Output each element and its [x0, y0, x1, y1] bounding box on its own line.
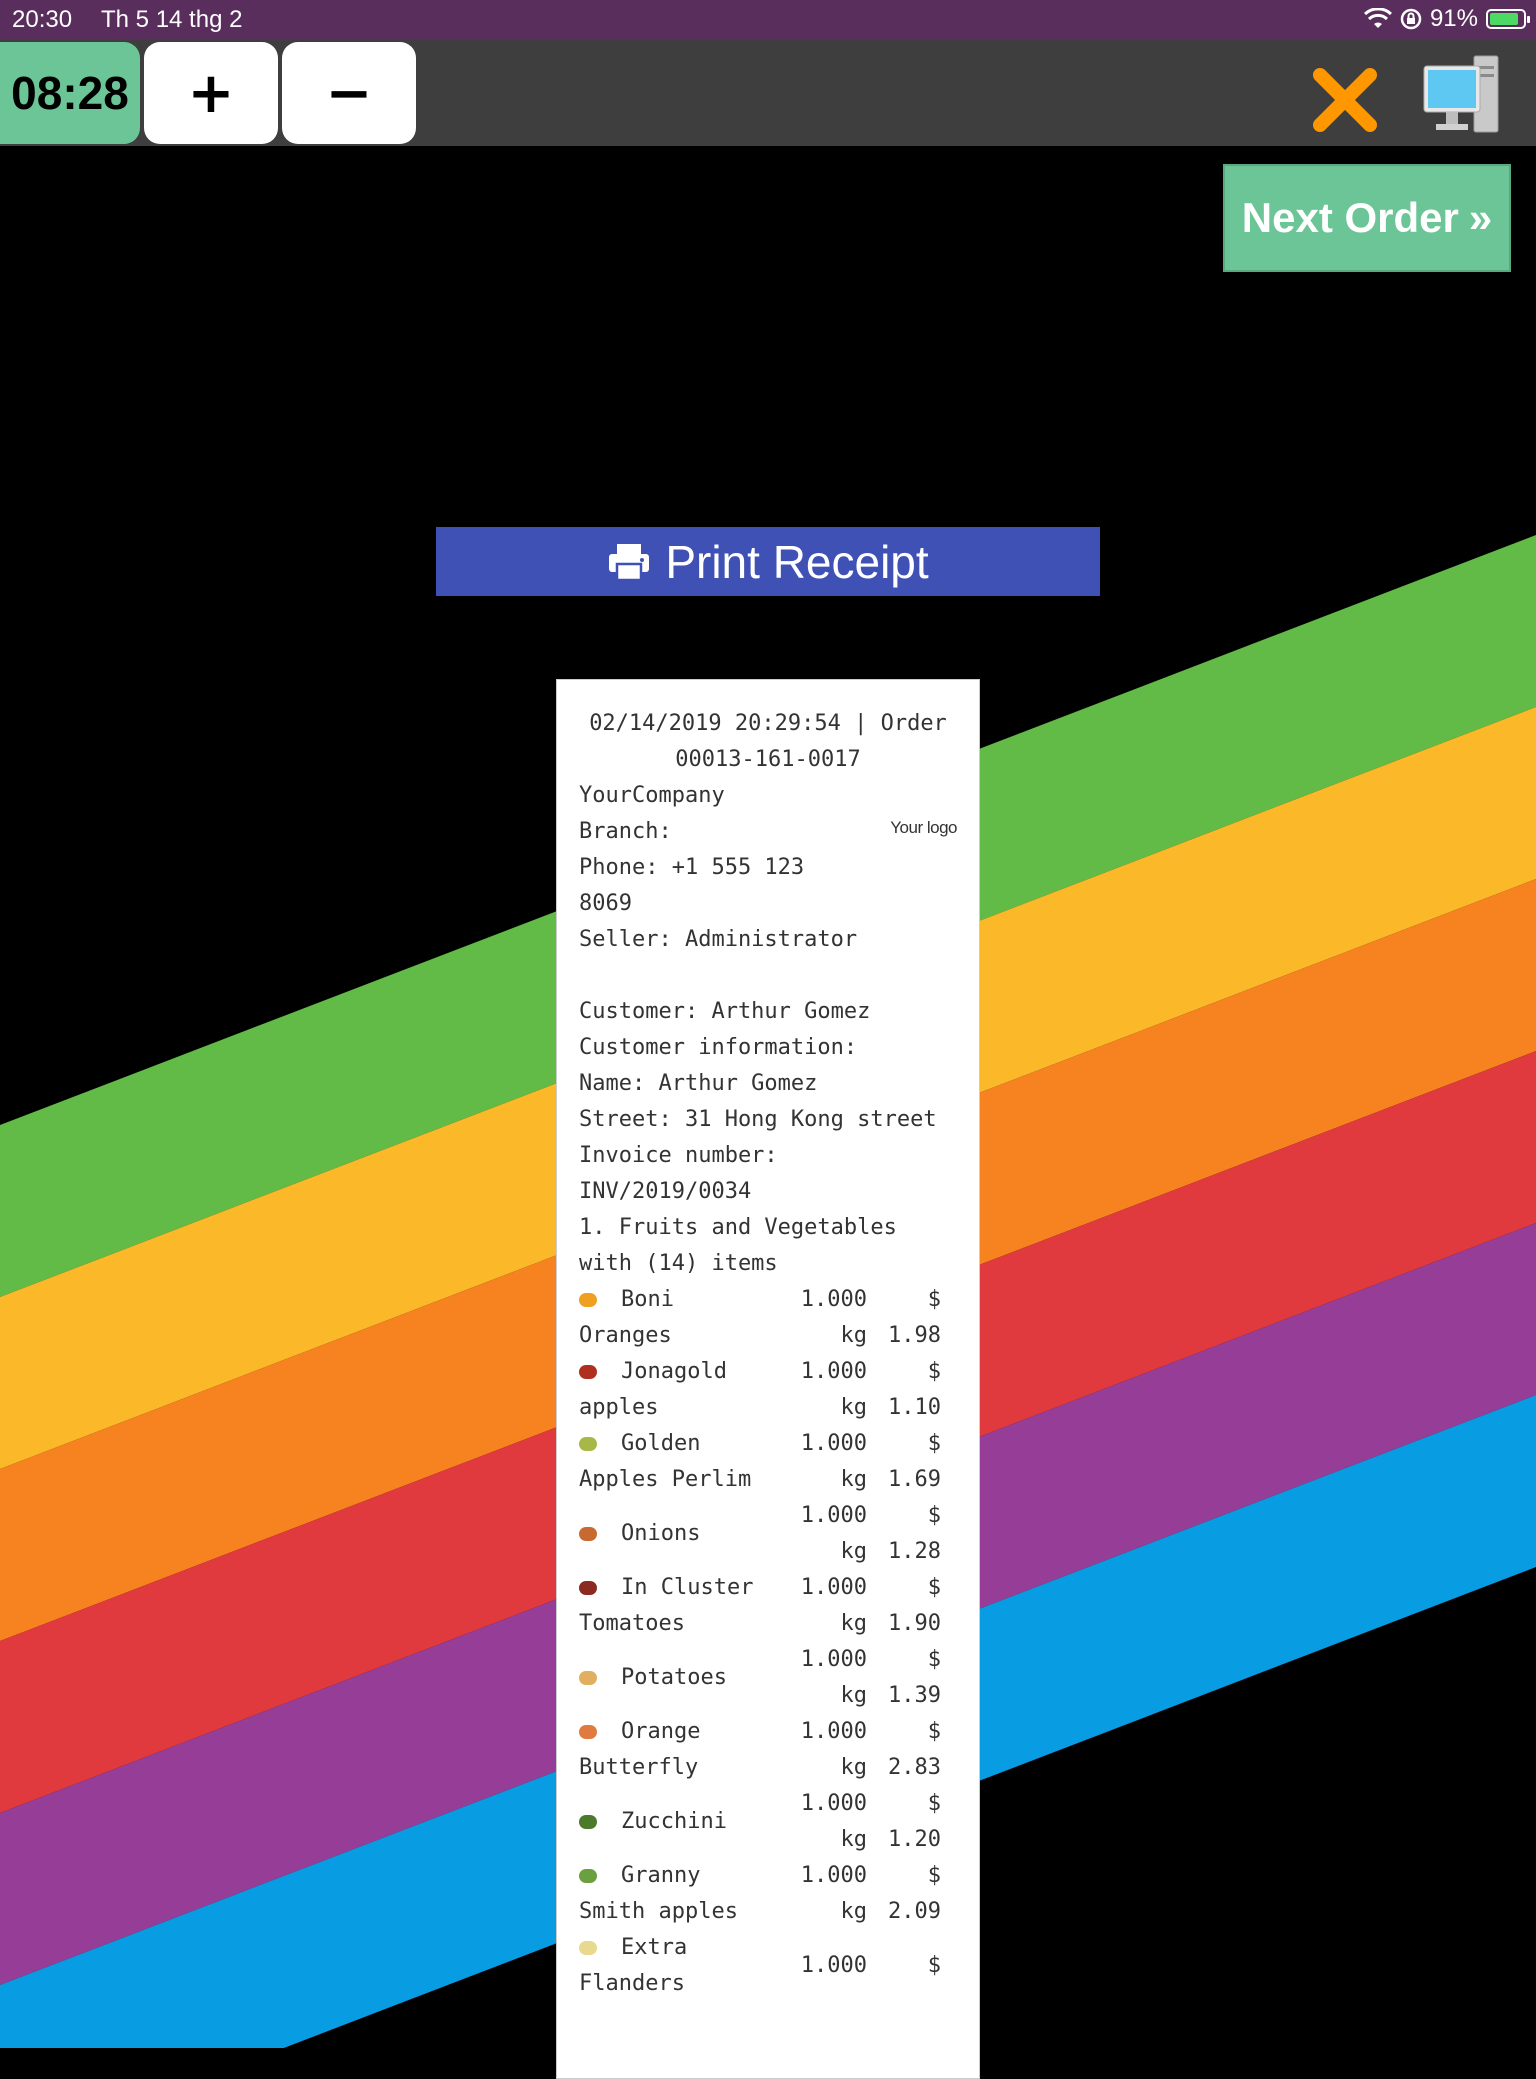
- seller: Seller: Administrator: [579, 927, 858, 952]
- item-name: Onions: [579, 1516, 775, 1552]
- invoice-number-label: Invoice number:: [579, 1143, 778, 1168]
- item-name-text: Potatoes: [621, 1665, 727, 1690]
- customer-information-label: Customer information:: [579, 1035, 858, 1060]
- customer: Customer: Arthur Gomez: [579, 999, 871, 1024]
- phone-line-2: 8069: [579, 891, 632, 916]
- chevron-right-double-icon: »: [1468, 194, 1493, 241]
- customer-street: Street: 31 Hong Kong street: [579, 1107, 937, 1132]
- item-name: In Cluster Tomatoes: [579, 1570, 775, 1642]
- item-name: Golden Apples Perlim: [579, 1426, 775, 1498]
- item-name: Granny Smith apples: [579, 1858, 775, 1930]
- receipt-company-block: Your logo YourCompany Branch: Phone: +1 …: [579, 778, 957, 958]
- item-name: Boni Oranges: [579, 1282, 775, 1354]
- product-thumbnail-icon: [579, 1293, 597, 1307]
- invoice-number: INV/2019/0034: [579, 1179, 752, 1204]
- item-price: $ 1.28: [888, 1503, 941, 1564]
- receipt-item-row: Zucchini 1.000 kg $ 1.20: [579, 1786, 957, 1858]
- receipt-order-number: 00013-161-0017: [675, 747, 861, 772]
- product-thumbnail-icon: [579, 1527, 597, 1541]
- product-thumbnail-icon: [579, 1869, 597, 1883]
- item-name: Jonagold apples: [579, 1354, 775, 1426]
- receipt-item-row: Golden Apples Perlim 1.000 kg $ 1.69: [579, 1426, 957, 1498]
- item-name-text: Onions: [621, 1521, 701, 1546]
- product-thumbnail-icon: [579, 1815, 597, 1829]
- receipt-items: Boni Oranges 1.000 kg $ 1.98 Jonagold apple…: [579, 1282, 957, 2002]
- receipt-item-row: Extra Flanders 1.000 $: [579, 1930, 957, 2002]
- receipt: 02/14/2019 20:29:54 | Order 00013-161-00…: [556, 679, 980, 2079]
- item-name: Orange Butterfly: [579, 1714, 775, 1786]
- item-name: Zucchini: [579, 1804, 775, 1840]
- receipt-item-row: In Cluster Tomatoes 1.000 kg $ 1.90: [579, 1570, 957, 1642]
- product-thumbnail-icon: [579, 1437, 597, 1451]
- product-thumbnail-icon: [579, 1365, 597, 1379]
- receipt-datetime-order: 02/14/2019 20:29:54 | Order: [589, 711, 947, 736]
- item-quantity: 1.000 kg: [800, 1575, 867, 1636]
- item-quantity: 1.000 kg: [800, 1647, 867, 1708]
- item-price: $ 2.09: [888, 1863, 941, 1924]
- phone-line-1: Phone: +1 555 123: [579, 855, 805, 880]
- item-quantity: 1.000 kg: [800, 1431, 867, 1492]
- print-receipt-button[interactable]: Print Receipt: [436, 527, 1100, 596]
- logo-text: Your logo: [890, 818, 957, 837]
- receipt-item-row: Onions 1.000 kg $ 1.28: [579, 1498, 957, 1570]
- item-quantity: 1.000 kg: [800, 1503, 867, 1564]
- receipt-item-row: Potatoes 1.000 kg $ 1.39: [579, 1642, 957, 1714]
- product-thumbnail-icon: [579, 1941, 597, 1955]
- item-name-text: Zucchini: [621, 1809, 727, 1834]
- product-thumbnail-icon: [579, 1671, 597, 1685]
- item-quantity: 1.000: [800, 1953, 867, 1978]
- item-price: $ 1.20: [888, 1791, 941, 1852]
- receipt-item-row: Jonagold apples 1.000 kg $ 1.10: [579, 1354, 957, 1426]
- item-quantity: 1.000 kg: [800, 1287, 867, 1348]
- next-order-button[interactable]: Next Order »: [1223, 164, 1511, 272]
- item-quantity: 1.000 kg: [800, 1359, 867, 1420]
- item-price: $ 1.90: [888, 1575, 941, 1636]
- item-price: $ 1.69: [888, 1431, 941, 1492]
- item-price: $ 1.10: [888, 1359, 941, 1420]
- item-price: $ 1.98: [888, 1287, 941, 1348]
- category-line-1: 1. Fruits and Vegetables: [579, 1215, 897, 1240]
- product-thumbnail-icon: [579, 1581, 597, 1595]
- item-name-text: Orange Butterfly: [579, 1719, 701, 1780]
- next-order-label: Next Order: [1241, 194, 1459, 241]
- item-price: $ 2.83: [888, 1719, 941, 1780]
- product-thumbnail-icon: [579, 1725, 597, 1739]
- item-name-text: In Cluster Tomatoes: [579, 1575, 754, 1636]
- item-name: Extra Flanders: [579, 1930, 775, 2002]
- printer-icon: [609, 543, 650, 581]
- item-price: $ 1.39: [888, 1647, 941, 1708]
- print-receipt-label: Print Receipt: [665, 535, 929, 588]
- item-name: Potatoes: [579, 1660, 775, 1696]
- customer-name: Name: Arthur Gomez: [579, 1071, 818, 1096]
- receipt-item-row: Granny Smith apples 1.000 kg $ 2.09: [579, 1858, 957, 1930]
- item-quantity: 1.000 kg: [800, 1791, 867, 1852]
- receipt-item-row: Boni Oranges 1.000 kg $ 1.98: [579, 1282, 957, 1354]
- receipt-header: 02/14/2019 20:29:54 | Order 00013-161-00…: [579, 706, 957, 778]
- item-name-text: Granny Smith apples: [579, 1863, 738, 1924]
- receipt-item-row: Orange Butterfly 1.000 kg $ 2.83: [579, 1714, 957, 1786]
- item-name-text: Jonagold apples: [579, 1359, 727, 1420]
- item-quantity: 1.000 kg: [800, 1719, 867, 1780]
- item-name-text: Golden Apples Perlim: [579, 1431, 752, 1492]
- category-line-2: with (14) items: [579, 1251, 778, 1276]
- company-logo: Your logo: [887, 808, 957, 848]
- item-price: $: [927, 1953, 941, 1978]
- item-quantity: 1.000 kg: [800, 1863, 867, 1924]
